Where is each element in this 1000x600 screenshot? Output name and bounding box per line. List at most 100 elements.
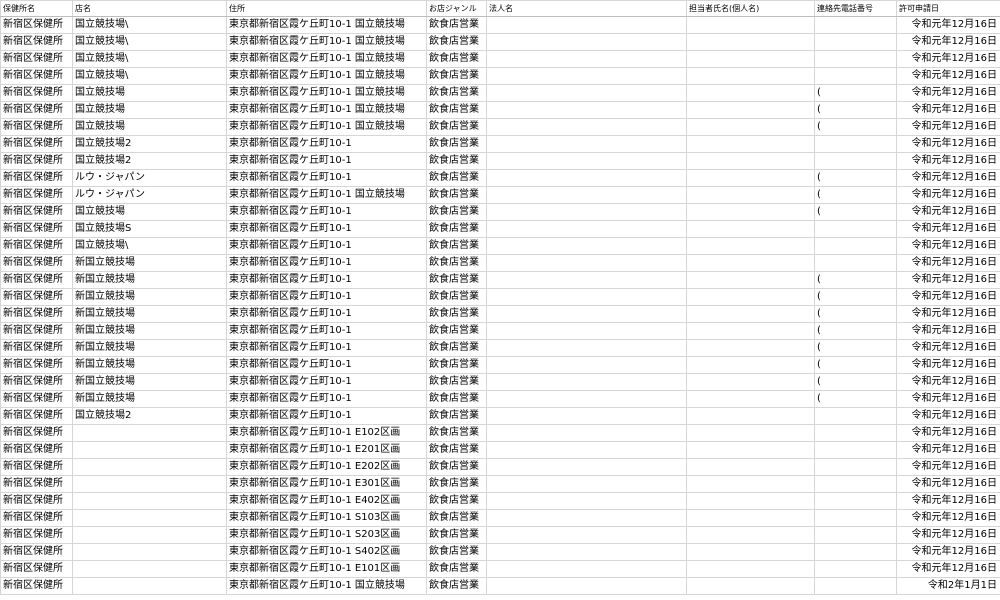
cell-phone[interactable]: (	[814, 356, 897, 374]
column-header-contact-person[interactable]: 担当者氏名(個人名)	[686, 0, 815, 17]
cell-phone[interactable]	[814, 135, 897, 153]
cell-phone[interactable]: (	[814, 118, 897, 136]
cell-phone[interactable]	[814, 560, 897, 578]
cell-phone[interactable]	[814, 407, 897, 425]
cell-phone[interactable]	[814, 237, 897, 255]
cell-genre[interactable]: 飲食店営業	[426, 339, 487, 357]
cell-application-date[interactable]: 令和元年12月16日	[896, 169, 1000, 187]
cell-contact-person[interactable]	[686, 356, 815, 374]
cell-contact-person[interactable]	[686, 101, 815, 119]
cell-address[interactable]: 東京都新宿区霞ケ丘町10-1 E101区画	[226, 560, 427, 578]
cell-application-date[interactable]: 令和元年12月16日	[896, 101, 1000, 119]
cell-genre[interactable]: 飲食店営業	[426, 16, 487, 34]
cell-phone[interactable]: (	[814, 339, 897, 357]
cell-store-name[interactable]	[72, 475, 227, 493]
cell-address[interactable]: 東京都新宿区霞ケ丘町10-1	[226, 271, 427, 289]
cell-contact-person[interactable]	[686, 560, 815, 578]
cell-application-date[interactable]: 令和元年12月16日	[896, 475, 1000, 493]
cell-genre[interactable]: 飲食店営業	[426, 441, 487, 459]
cell-corporation[interactable]	[486, 424, 687, 442]
cell-phone[interactable]	[814, 254, 897, 272]
cell-health-center[interactable]: 新宿区保健所	[0, 560, 73, 578]
cell-application-date[interactable]: 令和元年12月16日	[896, 407, 1000, 425]
cell-contact-person[interactable]	[686, 84, 815, 102]
cell-contact-person[interactable]	[686, 492, 815, 510]
cell-application-date[interactable]: 令和元年12月16日	[896, 50, 1000, 68]
cell-genre[interactable]: 飲食店営業	[426, 84, 487, 102]
cell-application-date[interactable]: 令和元年12月16日	[896, 339, 1000, 357]
cell-corporation[interactable]	[486, 390, 687, 408]
cell-phone[interactable]: (	[814, 84, 897, 102]
cell-address[interactable]: 東京都新宿区霞ケ丘町10-1	[226, 407, 427, 425]
cell-genre[interactable]: 飲食店営業	[426, 475, 487, 493]
cell-application-date[interactable]: 令和元年12月16日	[896, 543, 1000, 561]
cell-address[interactable]: 東京都新宿区霞ケ丘町10-1 E102区画	[226, 424, 427, 442]
cell-address[interactable]: 東京都新宿区霞ケ丘町10-1 国立競技場	[226, 186, 427, 204]
cell-address[interactable]: 東京都新宿区霞ケ丘町10-1	[226, 135, 427, 153]
cell-health-center[interactable]: 新宿区保健所	[0, 356, 73, 374]
cell-genre[interactable]: 飲食店営業	[426, 458, 487, 476]
cell-health-center[interactable]: 新宿区保健所	[0, 118, 73, 136]
cell-health-center[interactable]: 新宿区保健所	[0, 50, 73, 68]
cell-address[interactable]: 東京都新宿区霞ケ丘町10-1	[226, 152, 427, 170]
cell-phone[interactable]	[814, 492, 897, 510]
cell-contact-person[interactable]	[686, 67, 815, 85]
cell-store-name[interactable]: 国立競技場2	[72, 152, 227, 170]
cell-address[interactable]: 東京都新宿区霞ケ丘町10-1	[226, 339, 427, 357]
cell-address[interactable]: 東京都新宿区霞ケ丘町10-1	[226, 373, 427, 391]
cell-genre[interactable]: 飲食店営業	[426, 543, 487, 561]
cell-corporation[interactable]	[486, 526, 687, 544]
cell-corporation[interactable]	[486, 186, 687, 204]
cell-address[interactable]: 東京都新宿区霞ケ丘町10-1	[226, 288, 427, 306]
cell-store-name[interactable]: 新国立競技場	[72, 356, 227, 374]
cell-corporation[interactable]	[486, 509, 687, 527]
cell-corporation[interactable]	[486, 373, 687, 391]
cell-contact-person[interactable]	[686, 390, 815, 408]
cell-corporation[interactable]	[486, 560, 687, 578]
cell-phone[interactable]	[814, 33, 897, 51]
cell-genre[interactable]: 飲食店営業	[426, 67, 487, 85]
cell-phone[interactable]: (	[814, 305, 897, 323]
cell-contact-person[interactable]	[686, 33, 815, 51]
cell-contact-person[interactable]	[686, 475, 815, 493]
cell-genre[interactable]: 飲食店営業	[426, 220, 487, 238]
cell-store-name[interactable]	[72, 577, 227, 595]
cell-health-center[interactable]: 新宿区保健所	[0, 237, 73, 255]
cell-health-center[interactable]: 新宿区保健所	[0, 543, 73, 561]
cell-address[interactable]: 東京都新宿区霞ケ丘町10-1 S103区画	[226, 509, 427, 527]
cell-corporation[interactable]	[486, 16, 687, 34]
cell-application-date[interactable]: 令和元年12月16日	[896, 322, 1000, 340]
cell-application-date[interactable]: 令和元年12月16日	[896, 441, 1000, 459]
cell-contact-person[interactable]	[686, 169, 815, 187]
cell-genre[interactable]: 飲食店営業	[426, 526, 487, 544]
cell-application-date[interactable]: 令和元年12月16日	[896, 390, 1000, 408]
cell-health-center[interactable]: 新宿区保健所	[0, 152, 73, 170]
cell-genre[interactable]: 飲食店営業	[426, 152, 487, 170]
cell-corporation[interactable]	[486, 203, 687, 221]
cell-corporation[interactable]	[486, 118, 687, 136]
cell-phone[interactable]	[814, 543, 897, 561]
cell-contact-person[interactable]	[686, 118, 815, 136]
cell-store-name[interactable]: 新国立競技場	[72, 339, 227, 357]
cell-phone[interactable]	[814, 526, 897, 544]
cell-phone[interactable]: (	[814, 101, 897, 119]
cell-address[interactable]: 東京都新宿区霞ケ丘町10-1	[226, 322, 427, 340]
cell-address[interactable]: 東京都新宿区霞ケ丘町10-1 E201区画	[226, 441, 427, 459]
cell-address[interactable]: 東京都新宿区霞ケ丘町10-1	[226, 305, 427, 323]
cell-health-center[interactable]: 新宿区保健所	[0, 84, 73, 102]
cell-health-center[interactable]: 新宿区保健所	[0, 390, 73, 408]
cell-application-date[interactable]: 令和元年12月16日	[896, 203, 1000, 221]
cell-application-date[interactable]: 令和元年12月16日	[896, 373, 1000, 391]
cell-store-name[interactable]	[72, 526, 227, 544]
column-header-phone[interactable]: 連絡先電話番号	[814, 0, 897, 17]
cell-health-center[interactable]: 新宿区保健所	[0, 67, 73, 85]
cell-contact-person[interactable]	[686, 526, 815, 544]
cell-corporation[interactable]	[486, 356, 687, 374]
cell-contact-person[interactable]	[686, 16, 815, 34]
cell-address[interactable]: 東京都新宿区霞ケ丘町10-1 国立競技場	[226, 84, 427, 102]
cell-application-date[interactable]: 令和元年12月16日	[896, 67, 1000, 85]
cell-address[interactable]: 東京都新宿区霞ケ丘町10-1 S203区画	[226, 526, 427, 544]
cell-health-center[interactable]: 新宿区保健所	[0, 169, 73, 187]
cell-application-date[interactable]: 令和2年1月1日	[896, 577, 1000, 595]
cell-application-date[interactable]: 令和元年12月16日	[896, 305, 1000, 323]
